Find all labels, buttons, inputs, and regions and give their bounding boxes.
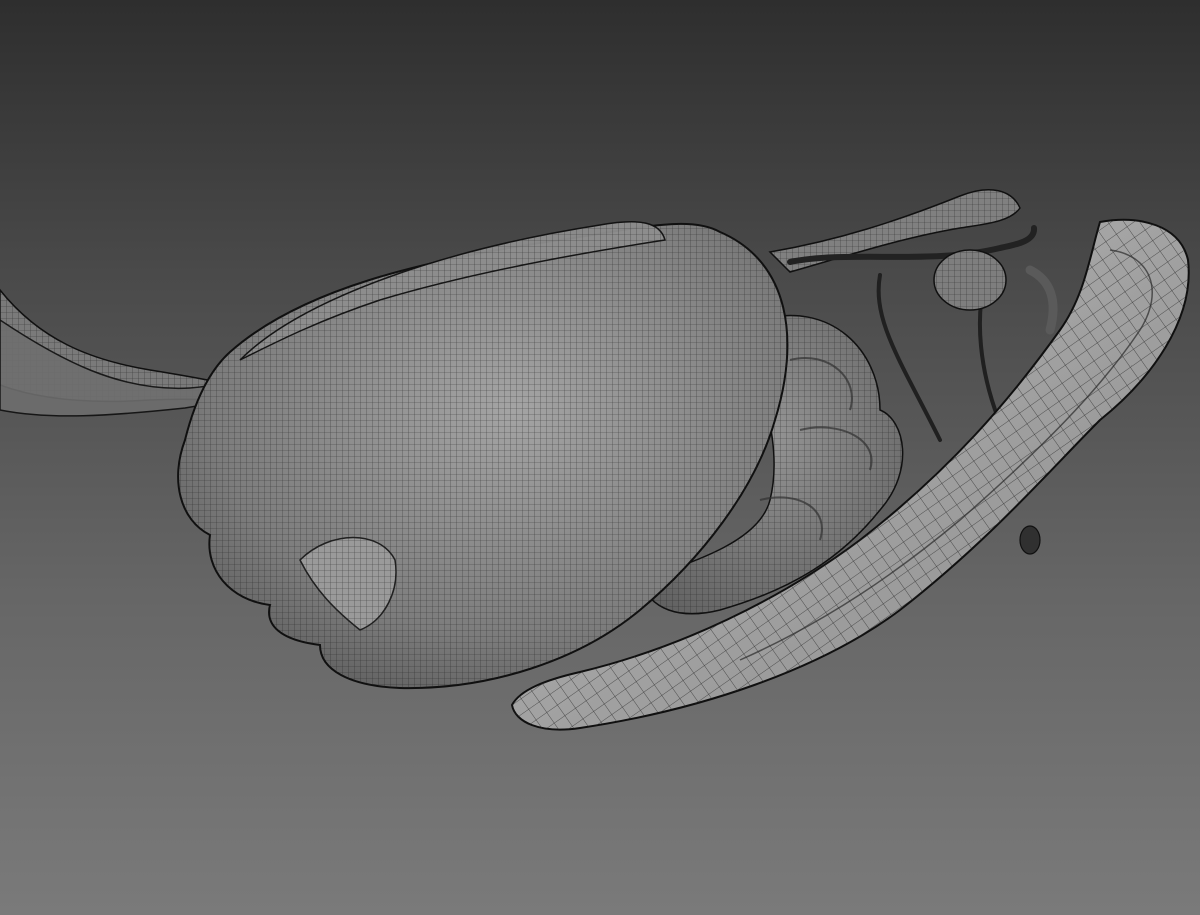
3d-viewport[interactable] <box>0 0 1200 915</box>
stomach-mesh[interactable] <box>177 221 789 690</box>
mesh-scene[interactable] <box>0 0 1200 915</box>
